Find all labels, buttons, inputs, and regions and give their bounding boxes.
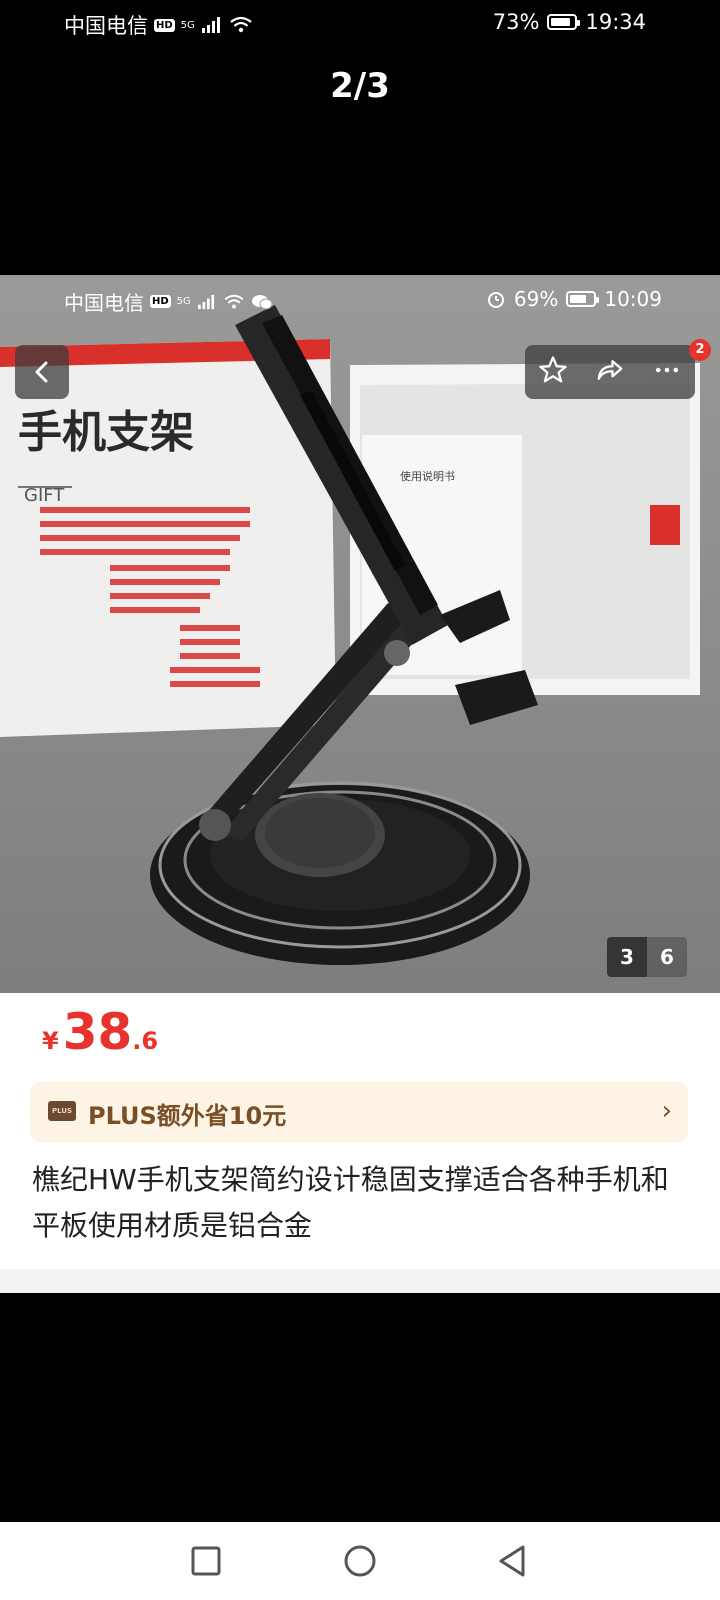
- nav-home-icon: [344, 1545, 376, 1577]
- share-icon: [597, 360, 623, 380]
- plus-savings-banner[interactable]: PLUS PLUS额外省10元 ›: [30, 1082, 688, 1142]
- box-title-text: 手机支架: [18, 407, 194, 458]
- inner-network: 5G: [176, 296, 191, 307]
- image-index-indicator: 3 6: [607, 937, 687, 977]
- image-index-total: 6: [647, 937, 687, 977]
- inner-carrier: 中国电信: [64, 291, 144, 315]
- network-label: 5G: [180, 19, 195, 31]
- action-bar: [525, 345, 695, 399]
- status-bar: 中国电信 HD 5G 73% 19:34: [0, 0, 720, 50]
- price-decimal: .6: [132, 1027, 159, 1055]
- price: ¥ 38 .6: [42, 1003, 158, 1061]
- alarm-icon: [487, 292, 504, 308]
- price-currency: ¥: [42, 1027, 59, 1055]
- notification-badge: 2: [689, 339, 711, 361]
- signal-icon: [201, 17, 220, 33]
- battery-icon: [547, 14, 581, 30]
- more-button[interactable]: [652, 355, 682, 389]
- wechat-icon: [251, 294, 273, 309]
- home-button[interactable]: [338, 1539, 382, 1583]
- back-nav-button[interactable]: [490, 1539, 534, 1583]
- embedded-screenshot[interactable]: 手机支架 GIFT 使用说明书 中国电信 HD 5G 69% 10:09 2 3…: [0, 275, 720, 1293]
- more-icon: [655, 367, 678, 373]
- signal-icon: [197, 294, 214, 309]
- inner-battery-percent: 69%: [513, 287, 559, 311]
- section-divider: [0, 1269, 720, 1293]
- battery-percent: 73%: [492, 10, 540, 34]
- price-integer: 38: [62, 1003, 133, 1061]
- image-counter: 2/3: [330, 66, 390, 106]
- inner-status-left: 中国电信 HD 5G: [64, 287, 273, 316]
- hd-badge: HD: [154, 18, 175, 32]
- product-photo: 手机支架 GIFT 使用说明书 中国电信 HD 5G 69% 10:09 2 3…: [0, 275, 720, 993]
- star-icon: [539, 356, 567, 383]
- status-right: 73% 19:34: [493, 10, 646, 34]
- back-icon: [35, 361, 48, 383]
- inner-hd-badge: HD: [150, 295, 171, 308]
- inner-status-right: 69% 10:09: [486, 287, 662, 311]
- battery-icon: [566, 291, 600, 307]
- navigation-bar: [0, 1522, 720, 1600]
- recent-apps-button[interactable]: [184, 1539, 228, 1583]
- share-button[interactable]: [595, 355, 625, 389]
- manual-title-text: 使用说明书: [400, 469, 455, 483]
- inner-status-bar: 中国电信 HD 5G 69% 10:09: [0, 275, 720, 325]
- inner-clock: 10:09: [604, 287, 662, 311]
- image-index-current: 3: [607, 937, 647, 977]
- product-title: 樵纪HW手机支架简约设计稳固支撑适合各种手机和平板使用材质是铝合金: [32, 1163, 669, 1242]
- chevron-right-icon: ›: [661, 1096, 672, 1126]
- box-gift-text: GIFT: [24, 485, 65, 506]
- nav-back-icon: [499, 1545, 525, 1577]
- favorite-button[interactable]: [538, 355, 568, 389]
- carrier-label: 中国电信: [64, 14, 148, 38]
- nav-recent-icon: [191, 1546, 221, 1576]
- clock: 19:34: [585, 10, 646, 34]
- status-left: 中国电信 HD 5G: [64, 10, 253, 40]
- wifi-icon: [230, 16, 252, 33]
- plus-member-icon: PLUS: [48, 1101, 76, 1121]
- back-button[interactable]: [15, 345, 69, 399]
- plus-savings-text: PLUS额外省10元: [88, 1102, 287, 1130]
- wifi-icon: [224, 294, 244, 308]
